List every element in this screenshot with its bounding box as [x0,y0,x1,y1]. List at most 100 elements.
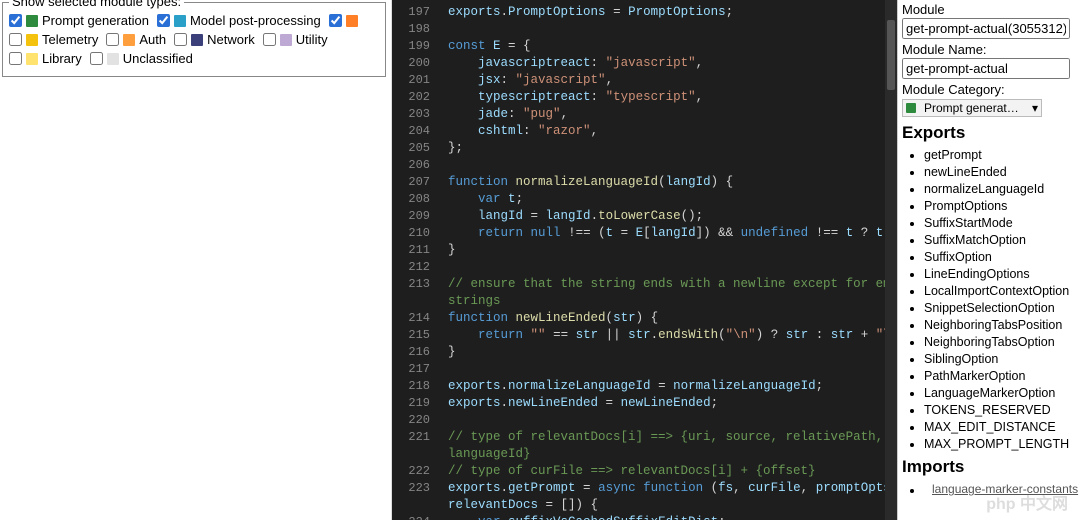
export-item[interactable]: SuffixOption [924,249,1076,266]
code-line[interactable]: const E = { [448,38,897,55]
code-body[interactable]: exports.PromptOptions = PromptOptions; c… [438,0,897,520]
module-type-legend: Show selected module types: Prompt gener… [2,2,386,77]
code-line[interactable] [448,21,897,38]
export-item[interactable]: TOKENS_RESERVED [924,402,1076,419]
code-line[interactable]: languageId} [448,446,897,463]
code-line[interactable]: cshtml: "razor", [448,123,897,140]
code-line[interactable]: } [448,242,897,259]
code-line[interactable] [448,259,897,276]
dependency-graph[interactable] [0,0,392,520]
legend-checkbox[interactable] [9,14,22,27]
code-line[interactable]: javascriptreact: "javascript", [448,55,897,72]
code-editor[interactable]: 1971981992002012022032042052062072082092… [392,0,897,520]
legend-title: Show selected module types: [9,0,184,9]
module-name-field[interactable] [902,58,1070,79]
code-line[interactable]: jsx: "javascript", [448,72,897,89]
code-line[interactable]: function normalizeLanguageId(langId) { [448,174,897,191]
code-line[interactable]: // type of curFile ==> relevantDocs[i] +… [448,463,897,480]
export-item[interactable]: normalizeLanguageId [924,181,1076,198]
code-line[interactable]: exports.normalizeLanguageId = normalizeL… [448,378,897,395]
legend-item[interactable]: Prompt generation [9,13,149,28]
legend-checkbox[interactable] [157,14,170,27]
export-item[interactable]: SnippetSelectionOption [924,300,1076,317]
legend-item[interactable] [329,14,362,27]
legend-label: Network [207,32,255,47]
legend-checkbox[interactable] [9,52,22,65]
export-item[interactable]: SiblingOption [924,351,1076,368]
module-field[interactable] [902,18,1070,39]
legend-swatch [174,15,186,27]
code-line[interactable]: exports.getPrompt = async function (fs, … [448,480,897,497]
legend-item[interactable]: Auth [106,32,166,47]
legend-checkbox[interactable] [174,33,187,46]
import-item[interactable]: language-marker-constants [924,481,1076,498]
legend-label: Unclassified [123,51,193,66]
export-item[interactable]: newLineEnded [924,164,1076,181]
legend-checkbox[interactable] [106,33,119,46]
legend-label: Utility [296,32,328,47]
export-item[interactable]: SuffixStartMode [924,215,1076,232]
legend-label: Prompt generation [42,13,149,28]
module-category-label: Module Category: [902,82,1076,97]
export-item[interactable]: MAX_PROMPT_LENGTH [924,436,1076,453]
module-label: Module [902,2,1076,17]
code-line[interactable]: // ensure that the string ends with a ne… [448,276,897,293]
legend-label: Telemetry [42,32,98,47]
export-item[interactable]: LineEndingOptions [924,266,1076,283]
legend-swatch [280,34,292,46]
export-item[interactable]: NeighboringTabsPosition [924,317,1076,334]
export-item[interactable]: MAX_EDIT_DISTANCE [924,419,1076,436]
code-line[interactable] [448,412,897,429]
code-line[interactable]: var suffixVsCachedSuffixEditDist; [448,514,897,520]
imports-list: language-marker-constants [902,481,1076,498]
code-line[interactable]: function newLineEnded(str) { [448,310,897,327]
vertical-scrollbar[interactable] [885,0,897,520]
export-item[interactable]: getPrompt [924,147,1076,164]
legend-item[interactable]: Utility [263,32,328,47]
export-item[interactable]: PathMarkerOption [924,368,1076,385]
legend-checkbox[interactable] [329,14,342,27]
code-line[interactable]: } [448,344,897,361]
code-line[interactable] [448,157,897,174]
legend-swatch [26,53,38,65]
scrollbar-thumb[interactable] [887,20,895,90]
code-line[interactable]: exports.PromptOptions = PromptOptions; [448,4,897,21]
export-item[interactable]: SuffixMatchOption [924,232,1076,249]
code-line[interactable]: typescriptreact: "typescript", [448,89,897,106]
exports-list: getPromptnewLineEndednormalizeLanguageId… [902,147,1076,453]
legend-item[interactable]: Library [9,51,82,66]
export-item[interactable]: LanguageMarkerOption [924,385,1076,402]
legend-item[interactable]: Telemetry [9,32,98,47]
legend-item[interactable]: Network [174,32,255,47]
legend-swatch [107,53,119,65]
export-item[interactable]: PromptOptions [924,198,1076,215]
legend-checkbox[interactable] [263,33,276,46]
export-item[interactable]: NeighboringTabsOption [924,334,1076,351]
code-line[interactable]: return null !== (t = E[langId]) && undef… [448,225,897,242]
legend-swatch [26,15,38,27]
code-line[interactable]: strings [448,293,897,310]
legend-checkbox[interactable] [9,33,22,46]
code-line[interactable] [448,361,897,378]
chevron-down-icon: ▾ [1032,101,1038,115]
code-line[interactable]: relevantDocs = []) { [448,497,897,514]
legend-item[interactable]: Unclassified [90,51,193,66]
legend-swatch [191,34,203,46]
legend-item[interactable]: Model post-processing [157,13,321,28]
code-line[interactable]: langId = langId.toLowerCase(); [448,208,897,225]
legend-swatch [346,15,358,27]
legend-checkbox[interactable] [90,52,103,65]
imports-heading: Imports [902,457,1076,477]
graph-panel[interactable]: Show selected module types: Prompt gener… [0,0,392,520]
code-line[interactable]: return "" == str || str.endsWith("\n") ?… [448,327,897,344]
code-line[interactable]: var t; [448,191,897,208]
module-info-panel: Module Module Name: Module Category: Pro… [897,0,1080,520]
code-line[interactable]: }; [448,140,897,157]
export-item[interactable]: LocalImportContextOption [924,283,1076,300]
module-category-select[interactable]: Prompt generat… ▾ [902,99,1042,117]
code-line[interactable]: exports.newLineEnded = newLineEnded; [448,395,897,412]
code-line[interactable]: jade: "pug", [448,106,897,123]
legend-label: Model post-processing [190,13,321,28]
code-line[interactable]: // type of relevantDocs[i] ==> {uri, sou… [448,429,897,446]
line-number-gutter: 1971981992002012022032042052062072082092… [392,0,438,520]
